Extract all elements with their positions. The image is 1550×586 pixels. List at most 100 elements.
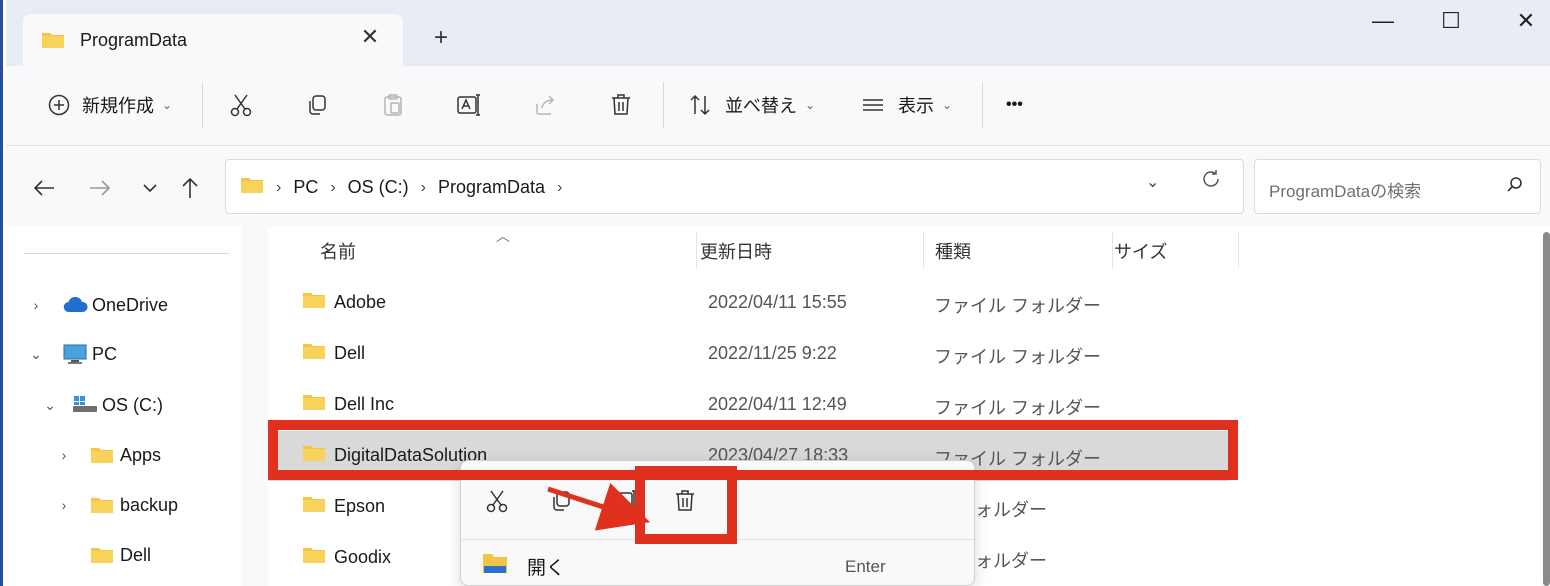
breadcrumb-separator-icon[interactable]: › [557, 179, 562, 197]
view-list-icon [856, 88, 890, 122]
address-bar[interactable]: › PC › OS (C:) › ProgramData › ⌄ [225, 159, 1244, 214]
drive-icon [72, 395, 102, 415]
file-name: Epson [334, 496, 386, 516]
trash-icon [604, 88, 638, 122]
tab-title: ProgramData [80, 30, 188, 50]
sidebar-item-label: OS (C:) [102, 394, 163, 415]
file-name: Adobe [334, 292, 387, 312]
copy-icon [300, 88, 334, 122]
sidebar-item-label: OneDrive [92, 294, 169, 315]
minimize-button[interactable]: — [1363, 6, 1403, 36]
toolbar-divider [982, 82, 983, 128]
breadcrumb-programdata[interactable]: ProgramData [438, 177, 545, 198]
sidebar-item-dell[interactable]: Dell [52, 540, 151, 570]
column-header-type[interactable]: 種類 [935, 238, 971, 282]
tab-programdata[interactable]: ProgramData ✕ [23, 14, 403, 66]
column-header-size[interactable]: サイズ [1114, 238, 1167, 282]
column-header-name[interactable]: 名前 [320, 238, 356, 282]
context-cut-scissors-icon[interactable] [479, 483, 515, 519]
chevron-down-icon: ⌄ [162, 98, 173, 112]
cut-button[interactable] [224, 88, 258, 122]
rename-button[interactable] [452, 88, 486, 122]
file-row[interactable]: Adobe 2022/04/11 15:55 ファイル フォルダー [268, 278, 1228, 328]
column-header-modified[interactable]: 更新日時 [700, 238, 772, 282]
delete-button[interactable] [604, 88, 638, 122]
file-name: Goodix [334, 547, 392, 567]
sidebar-item-backup[interactable]: › backup [52, 490, 178, 520]
expand-arrow-icon[interactable]: › [24, 297, 48, 313]
paste-button[interactable] [376, 88, 410, 122]
up-arrow-icon[interactable] [174, 172, 206, 204]
command-bar: 新規作成 ⌄ 並べ替え ⌄ 表示 ⌄ ••• [6, 66, 1550, 146]
folder-icon [302, 290, 326, 315]
column-divider[interactable] [923, 232, 924, 268]
breadcrumb: › PC › OS (C:) › ProgramData › [240, 175, 574, 200]
back-arrow-icon[interactable] [28, 172, 60, 204]
toolbar-divider [663, 82, 664, 128]
sidebar-item-pc[interactable]: ⌄ PC [24, 339, 117, 369]
column-divider[interactable] [1112, 232, 1113, 268]
toolbar-divider [202, 82, 203, 128]
search-placeholder: ProgramDataの検索 [1269, 182, 1422, 201]
context-open-shortcut: Enter [845, 557, 886, 576]
breadcrumb-separator-icon: › [276, 178, 282, 196]
file-row[interactable]: Dell 2022/11/25 9:22 ファイル フォルダー [268, 329, 1228, 379]
folder-icon [302, 392, 326, 417]
highlight-delete-icon [635, 466, 737, 544]
context-copy-icon[interactable] [543, 483, 579, 519]
sidebar-item-label: Apps [120, 444, 162, 465]
column-divider[interactable] [1238, 232, 1239, 268]
tab-close-icon[interactable]: ✕ [357, 24, 383, 50]
open-app-icon [481, 550, 509, 582]
sort-ascending-caret-icon: ︿ [496, 228, 510, 244]
chevron-down-icon: ⌄ [805, 98, 816, 112]
recent-locations-chevron-icon[interactable] [134, 172, 166, 204]
column-divider[interactable] [696, 232, 697, 268]
refresh-icon[interactable] [1199, 168, 1223, 198]
rename-icon [452, 88, 486, 122]
view-button[interactable]: 表示 ⌄ [856, 88, 952, 122]
more-options-button[interactable]: ••• [1006, 88, 1023, 122]
chevron-down-icon: ⌄ [942, 98, 953, 112]
expand-arrow-icon[interactable]: › [52, 497, 76, 513]
copy-button[interactable] [300, 88, 334, 122]
share-icon [528, 88, 562, 122]
search-icon[interactable] [1505, 175, 1525, 200]
expand-arrow-icon[interactable]: › [52, 447, 76, 463]
new-button[interactable]: 新規作成 ⌄ [42, 88, 172, 122]
pane-splitter[interactable] [241, 226, 268, 586]
new-button-label: 新規作成 [82, 96, 154, 116]
breadcrumb-separator-icon: › [330, 178, 336, 196]
maximize-button[interactable]: ☐ [1431, 6, 1471, 36]
breadcrumb-pc[interactable]: PC [293, 177, 318, 198]
sort-button[interactable]: 並べ替え ⌄ [683, 88, 815, 122]
breadcrumb-os-c[interactable]: OS (C:) [348, 177, 409, 198]
forward-arrow-icon[interactable] [84, 172, 116, 204]
vertical-scrollbar[interactable] [1543, 232, 1550, 586]
context-open-item[interactable]: 開く [481, 551, 565, 581]
navigation-bar: › PC › OS (C:) › ProgramData › ⌄ Program… [6, 146, 1550, 226]
file-modified: 2022/04/11 15:55 [708, 292, 847, 312]
sidebar-item-os-c[interactable]: ⌄ OS (C:) [38, 390, 163, 420]
context-open-label: 開く [527, 557, 566, 579]
file-type: ファイル フォルダー [934, 347, 1102, 367]
search-box[interactable]: ProgramDataの検索 [1254, 159, 1541, 214]
navigation-pane: › OneDrive ⌄ PC ⌄ OS (C:) › Apps › backu… [6, 226, 241, 586]
file-modified: 2022/11/25 9:22 [708, 343, 837, 363]
sidebar-item-label: Dell [120, 544, 152, 565]
scissors-icon [224, 88, 258, 122]
new-tab-button[interactable]: + [426, 24, 456, 54]
sort-button-label: 並べ替え [725, 96, 797, 116]
file-modified: 2022/04/11 12:49 [708, 394, 847, 414]
view-button-label: 表示 [898, 96, 934, 116]
close-window-button[interactable]: ✕ [1506, 6, 1546, 36]
breadcrumb-separator-icon: › [420, 178, 426, 196]
expand-arrow-icon[interactable]: ⌄ [24, 346, 48, 363]
sidebar-item-apps[interactable]: › Apps [52, 440, 161, 470]
address-history-chevron-icon[interactable]: ⌄ [1146, 172, 1159, 192]
plus-circle-icon [42, 88, 76, 122]
expand-arrow-icon[interactable]: ⌄ [38, 397, 62, 414]
share-button[interactable] [528, 88, 562, 122]
clipboard-icon [376, 88, 410, 122]
sidebar-item-onedrive[interactable]: › OneDrive [24, 290, 168, 320]
